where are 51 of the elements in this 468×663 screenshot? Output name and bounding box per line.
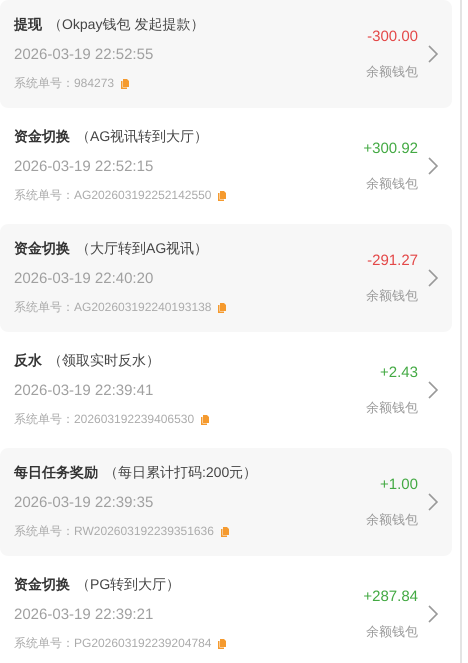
record-time: 2026-03-19 22:52:55: [14, 46, 154, 63]
record-time: 2026-03-19 22:40:20: [14, 270, 154, 287]
record-time: 2026-03-19 22:52:15: [14, 158, 154, 175]
record-time: 2026-03-19 22:39:35: [14, 494, 154, 511]
amount: -291.27: [367, 252, 418, 268]
wallet-label: 余额钱包: [366, 286, 418, 304]
wallet-label: 余额钱包: [366, 174, 418, 192]
amount: +1.00: [380, 476, 418, 492]
record-type: 每日任务奖励: [14, 464, 98, 482]
order-number: 系统单号：202603192239406530: [14, 411, 194, 428]
record-type: 提现: [14, 16, 42, 34]
wallet-label: 余额钱包: [366, 62, 418, 80]
chevron-right-icon[interactable]: [428, 381, 438, 399]
order-number: 系统单号：AG202603192240193138: [14, 299, 212, 316]
chevron-right-icon[interactable]: [428, 269, 438, 287]
copy-icon[interactable]: [200, 414, 210, 425]
order-number: 系统单号：AG202603192252142550: [14, 187, 212, 204]
order-number: 系统单号：984273: [14, 75, 114, 92]
copy-icon[interactable]: [217, 190, 228, 201]
order-number: 系统单号：RW202603192239351636: [14, 523, 214, 540]
copy-icon[interactable]: [220, 526, 230, 537]
record-note: （PG转到大厅）: [76, 576, 180, 594]
amount: +287.84: [363, 588, 418, 604]
record-note: （领取实时反水）: [48, 352, 160, 370]
record-note: （Okpay钱包 发起提款）: [48, 16, 204, 34]
record-card[interactable]: 提现 （Okpay钱包 发起提款） 2026-03-19 22:52:55 系统单号：984273 -300.00 余额钱包: [0, 0, 452, 108]
record-type: 资金切换: [14, 576, 70, 594]
wallet-label: 余额钱包: [366, 622, 418, 640]
order-number: 系统单号：PG202603192239204784: [14, 635, 212, 652]
chevron-right-icon[interactable]: [428, 45, 438, 63]
record-type: 反水: [14, 352, 42, 370]
amount: +300.92: [363, 140, 418, 156]
record-type: 资金切换: [14, 240, 70, 258]
amount: -300.00: [367, 28, 418, 44]
record-note: （大厅转到AG视讯）: [76, 240, 208, 258]
amount: +2.43: [380, 364, 418, 380]
copy-icon[interactable]: [217, 302, 228, 313]
record-type: 资金切换: [14, 128, 70, 146]
wallet-label: 余额钱包: [366, 398, 418, 416]
chevron-right-icon[interactable]: [428, 605, 438, 623]
copy-icon[interactable]: [120, 78, 130, 89]
record-note: （AG视讯转到大厅）: [76, 128, 208, 146]
record-time: 2026-03-19 22:39:41: [14, 382, 154, 399]
wallet-label: 余额钱包: [366, 510, 418, 528]
record-time: 2026-03-19 22:39:21: [14, 606, 154, 623]
chevron-right-icon[interactable]: [428, 493, 438, 511]
record-card[interactable]: 每日任务奖励 （每日累计打码:200元） 2026-03-19 22:39:35 系统单号：RW202603192239351636 +1.00 余额钱包: [0, 448, 452, 556]
chevron-right-icon[interactable]: [428, 157, 438, 175]
record-note: （每日累计打码:200元）: [104, 464, 258, 482]
record-card[interactable]: 资金切换 （大厅转到AG视讯） 2026-03-19 22:40:20 系统单号：AG202603192240193138 -291.27 余额钱包: [0, 224, 452, 332]
copy-icon[interactable]: [217, 638, 228, 649]
